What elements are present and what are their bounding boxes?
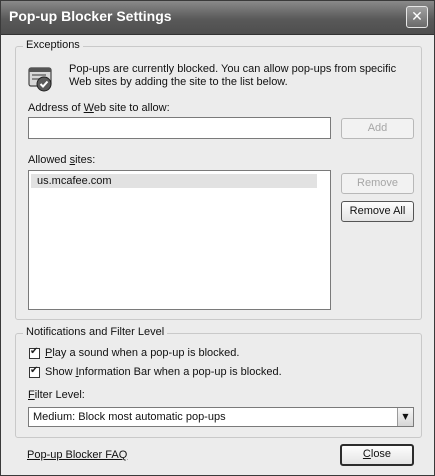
info-bar-label: Show Information Bar when a pop-up is bl… [45,366,282,378]
close-button[interactable]: Close [340,444,414,466]
remove-button[interactable]: Remove [341,173,414,194]
info-bar-checkbox[interactable] [29,365,40,378]
filter-level-value: Medium: Block most automatic pop-ups [33,411,226,423]
exceptions-info-text: Pop-ups are currently blocked. You can a… [69,63,397,88]
popup-blocker-settings-dialog: Pop-up Blocker Settings ✕ Exceptions Pop… [0,0,435,476]
list-item[interactable]: us.mcafee.com [31,174,317,188]
allowed-label-post: ites: [75,154,96,166]
exceptions-legend: Exceptions [23,39,83,51]
exceptions-group: Exceptions Pop-ups are currently blocked… [15,39,422,320]
notifications-legend: Notifications and Filter Level [23,326,168,338]
title-bar[interactable]: Pop-up Blocker Settings ✕ [1,1,434,35]
add-button[interactable]: Add [341,118,414,139]
popup-blocker-shield-icon [28,67,52,92]
chevron-down-icon[interactable]: ▼ [397,408,413,426]
dialog-title: Pop-up Blocker Settings [9,8,172,24]
filter-level-select[interactable]: Medium: Block most automatic pop-ups ▼ [28,407,414,427]
close-button-label: lose [370,448,392,460]
address-label-pre: Address of [28,102,84,114]
address-label: Address of Web site to allow: [28,102,170,114]
address-label-accelerator: W [83,102,94,114]
filter-level-label: Filter Level: [28,389,85,401]
address-label-post: eb site to allow: [93,102,170,114]
close-button-accelerator: C [362,448,371,460]
play-sound-checkbox[interactable] [29,346,40,359]
allowed-label-pre: Allowed [28,154,70,166]
info-bar-pre: Show [45,366,76,378]
close-icon[interactable]: ✕ [406,6,428,28]
allowed-sites-list[interactable]: us.mcafee.com [28,170,331,310]
filter-label-accelerator: F [28,389,35,401]
play-sound-text: lay a sound when a pop-up is blocked. [52,347,240,359]
website-address-input[interactable] [28,117,331,139]
allowed-sites-label: Allowed sites: [28,154,95,166]
notifications-group: Notifications and Filter Level Play a so… [15,326,422,438]
play-sound-label: Play a sound when a pop-up is blocked. [45,347,239,359]
popup-blocker-faq-link[interactable]: Pop-up Blocker FAQ [27,449,127,461]
remove-all-button[interactable]: Remove All [341,201,414,222]
filter-label-post: ilter Level: [34,389,85,401]
info-bar-post: nformation Bar when a pop-up is blocked. [78,366,282,378]
